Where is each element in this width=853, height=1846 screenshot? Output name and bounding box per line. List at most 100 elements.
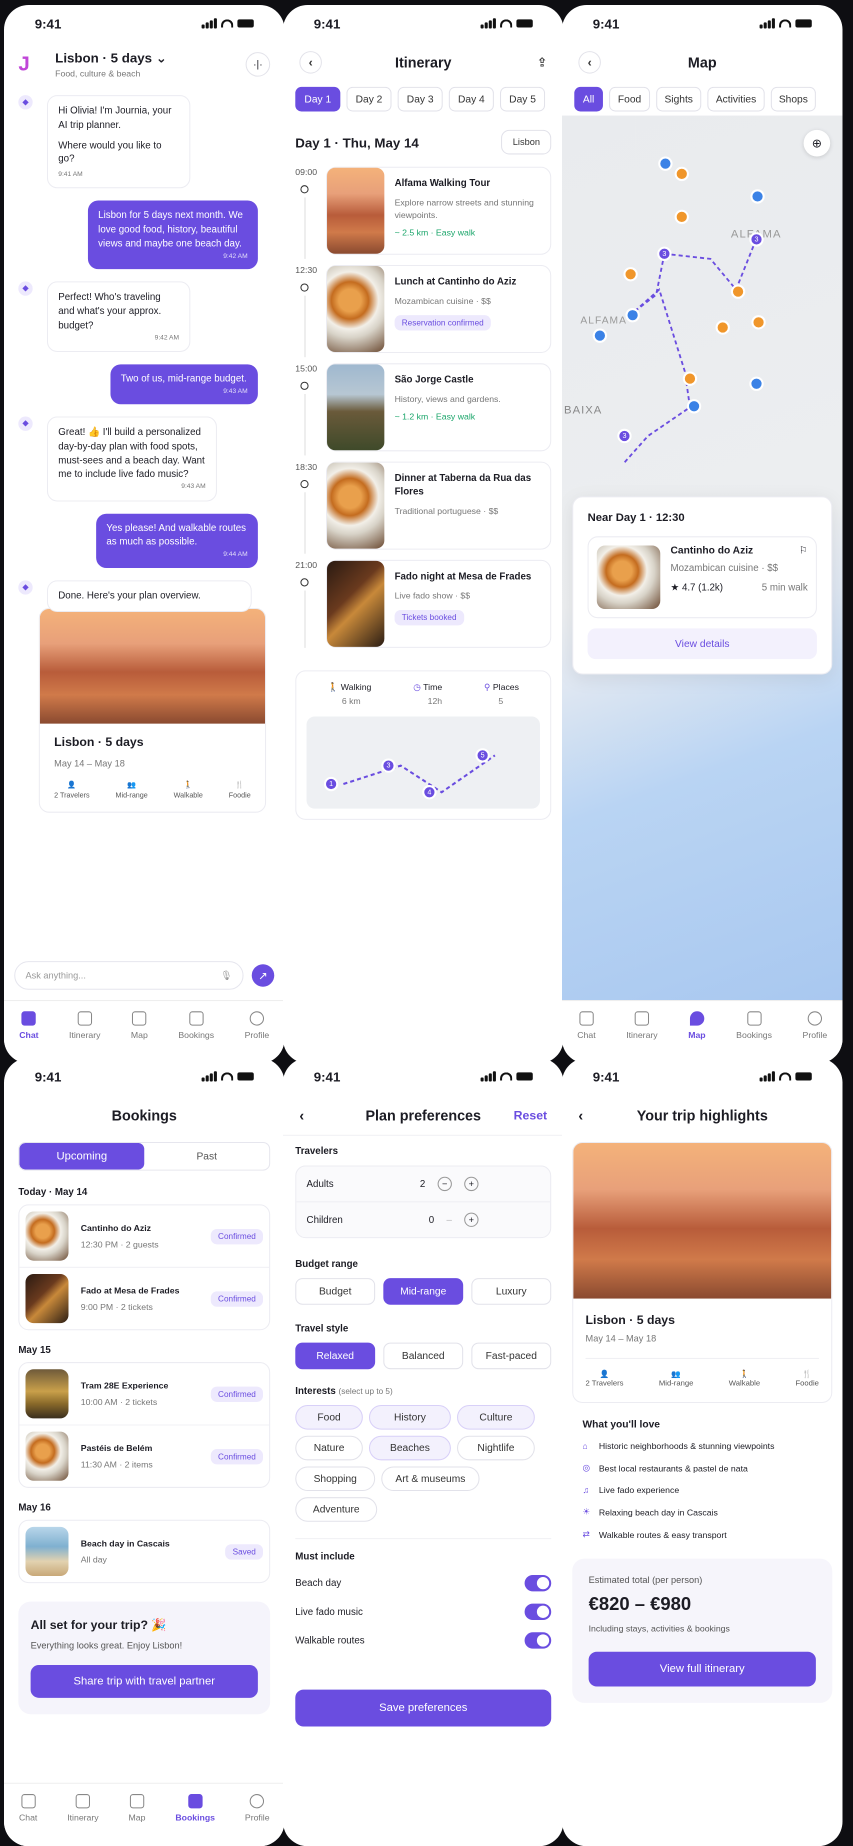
map-pin-sight[interactable] [592, 328, 608, 343]
map-pin-food[interactable] [674, 209, 689, 225]
view-details-button[interactable]: View details [587, 628, 817, 660]
beach-day-toggle[interactable] [524, 1574, 552, 1592]
timeline-item[interactable]: 18:30 Dinner at Taberna da Rua das Flores… [295, 461, 552, 560]
interest-chip[interactable]: Nature [295, 1435, 363, 1461]
save-preferences-button[interactable]: Save preferences [295, 1689, 552, 1727]
filter-chip[interactable]: Shops [770, 86, 816, 112]
send-button[interactable]: ↗ [251, 964, 275, 987]
more-button[interactable]: ·|· [245, 52, 271, 77]
booking-row[interactable]: Pastéis de Belém 11:30 AM · 2 items Confir… [19, 1424, 270, 1486]
filter-chip[interactable]: All [574, 86, 603, 112]
activity-card[interactable]: São Jorge Castle History, views and garde… [325, 363, 552, 452]
activity-card[interactable]: Alfama Walking Tour Explore narrow street… [325, 166, 552, 255]
trip-switcher[interactable]: Lisbon · 5 days ⌄ Food, culture & beach [55, 50, 245, 79]
view-full-itinerary-button[interactable]: View full itinerary [588, 1651, 816, 1687]
tab-itinerary[interactable]: Itinerary [626, 1011, 658, 1063]
interest-chip[interactable]: Culture [457, 1405, 535, 1430]
tab-chat[interactable]: Chat [19, 1011, 39, 1063]
route-stop-3[interactable]: 3 [657, 246, 672, 261]
day-tab[interactable]: Day 5 [500, 86, 546, 112]
tab-itinerary[interactable]: Itinerary [69, 1011, 100, 1063]
fado-toggle[interactable] [524, 1603, 552, 1621]
tab-map[interactable]: Map [688, 1011, 706, 1063]
minus-button[interactable]: − [437, 1176, 452, 1192]
interest-chip[interactable]: Art & museums [381, 1466, 480, 1492]
chat-input[interactable]: Ask anything... 🎙 [14, 961, 244, 990]
walkable-toggle[interactable] [524, 1632, 552, 1649]
budget-option[interactable]: Luxury [471, 1278, 552, 1305]
city-chip[interactable]: Lisbon [501, 129, 552, 155]
map-pin-shop[interactable] [658, 156, 673, 171]
minus-button[interactable]: – [446, 1214, 451, 1225]
route-stop-3[interactable]: 3 [749, 232, 764, 247]
tab-chat[interactable]: Chat [577, 1011, 596, 1063]
activity-card[interactable]: Dinner at Taberna da Rua das Flores Tradi… [325, 461, 552, 550]
booking-row[interactable]: Cantinho do Aziz 12:30 PM · 2 guests Confi… [19, 1205, 269, 1266]
back-button[interactable]: ‹ [299, 51, 322, 74]
route-stop-1[interactable]: 1 [323, 776, 339, 792]
tab-bookings[interactable]: Bookings [736, 1011, 772, 1063]
back-icon[interactable]: ‹ [299, 1107, 304, 1123]
budget-option[interactable]: Budget [295, 1278, 376, 1305]
interest-chip[interactable]: Nightlife [457, 1435, 535, 1461]
booking-row[interactable]: Beach day in Cascais All day Saved [19, 1521, 269, 1582]
map-pin-food[interactable] [674, 166, 689, 182]
map-pin-food[interactable] [623, 267, 638, 282]
bookmark-icon[interactable]: ⚐ [799, 546, 808, 557]
back-button[interactable]: ‹ [578, 51, 601, 74]
segment-past[interactable]: Past [144, 1151, 269, 1162]
interest-chip[interactable]: History [368, 1405, 451, 1430]
map-pin-shop[interactable] [625, 308, 640, 323]
interest-chip[interactable]: Shopping [295, 1466, 376, 1492]
reset-button[interactable]: Reset [514, 1108, 547, 1122]
tab-profile[interactable]: Profile [245, 1011, 269, 1063]
interest-chip[interactable]: Adventure [295, 1497, 378, 1522]
activity-card[interactable]: Fado night at Mesa de Frades Live fado sh… [325, 559, 552, 648]
interest-chip[interactable]: Beaches [368, 1435, 451, 1461]
route-stop-3[interactable]: 3 [617, 428, 632, 444]
tab-bookings[interactable]: Bookings [175, 1794, 215, 1846]
plus-button[interactable]: + [464, 1212, 479, 1227]
route-stop-4[interactable]: 4 [422, 785, 437, 800]
microphone-icon[interactable]: 🎙 [221, 970, 233, 981]
map-pin-food[interactable] [682, 371, 698, 386]
plus-button[interactable]: + [464, 1176, 479, 1192]
timeline-item[interactable]: 21:00 Fado night at Mesa de Frades Live fa… [295, 559, 552, 654]
plan-card[interactable]: Lisbon · 5 days May 14 – May 18 👤 2 Trave… [38, 608, 267, 813]
tab-itinerary[interactable]: Itinerary [67, 1794, 99, 1846]
back-icon[interactable]: ‹ [578, 1107, 583, 1123]
timeline-item[interactable]: 12:30 Lunch at Cantinho do Aziz Mozambican… [295, 265, 552, 363]
tab-chat[interactable]: Chat [19, 1794, 37, 1846]
budget-option[interactable]: Mid-range [383, 1278, 464, 1305]
interest-chip[interactable]: Food [295, 1405, 363, 1430]
route-minimap[interactable]: 1 3 4 5 [306, 716, 540, 809]
day-tab[interactable]: Day 2 [346, 86, 392, 112]
day-tab[interactable]: Day 4 [448, 86, 494, 112]
route-stop-5[interactable]: 5 [475, 748, 490, 763]
timeline-item[interactable]: 15:00 São Jorge Castle History, views and … [295, 363, 552, 461]
tab-profile[interactable]: Profile [803, 1011, 827, 1063]
day-tab[interactable]: Day 3 [397, 86, 443, 112]
place-card[interactable]: Cantinho do Aziz ⚐ Mozambican cuisine · $… [587, 536, 817, 619]
filter-chip[interactable]: Sights [656, 86, 702, 112]
map-pin-food[interactable] [715, 320, 730, 335]
tab-map[interactable]: Map [131, 1011, 148, 1063]
day-tab[interactable]: Day 1 [295, 86, 341, 112]
booking-row[interactable]: Tram 28E Experience 10:00 AM · 2 tickets C… [19, 1363, 269, 1424]
activity-card[interactable]: Lunch at Cantinho do Aziz Mozambican cuis… [325, 265, 552, 354]
locate-me-button[interactable]: ⊕ [803, 129, 831, 157]
map-pin-food[interactable] [730, 284, 746, 299]
filter-chip[interactable]: Activities [707, 86, 765, 112]
map-pin-sight[interactable] [750, 189, 765, 204]
share-trip-button[interactable]: Share trip with travel partner [30, 1665, 258, 1698]
map-pin-sight[interactable] [686, 399, 702, 414]
filter-chip[interactable]: Food [609, 86, 651, 112]
share-button[interactable]: ⇪ [537, 55, 547, 69]
map-pin-shop[interactable] [749, 376, 764, 391]
tab-map[interactable]: Map [129, 1794, 145, 1846]
booking-row[interactable]: Fado at Mesa de Frades 9:00 PM · 2 ticket… [19, 1266, 270, 1329]
style-option[interactable]: Balanced [383, 1342, 464, 1370]
style-option[interactable]: Fast-paced [471, 1342, 552, 1370]
tab-profile[interactable]: Profile [245, 1794, 270, 1846]
tab-bookings[interactable]: Bookings [178, 1011, 214, 1063]
